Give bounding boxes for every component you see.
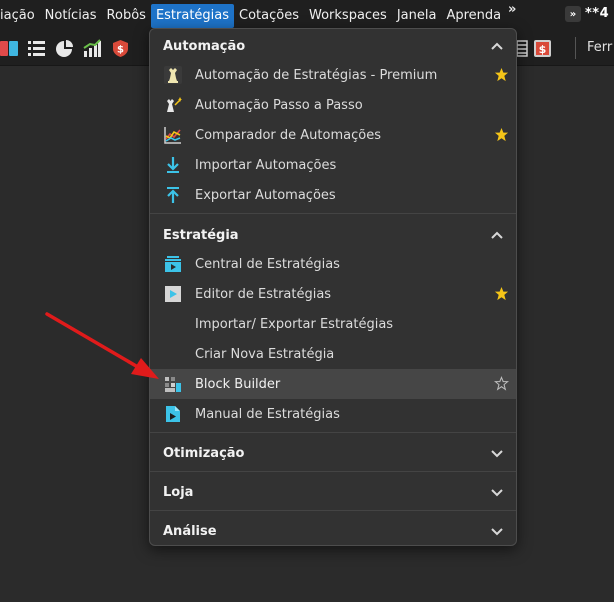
menu-item-criar-nova-estrategia[interactable]: Criar Nova Estratégia bbox=[150, 339, 516, 369]
menu-item-label: Block Builder bbox=[195, 376, 281, 392]
section-header-otimizacao[interactable]: Otimização bbox=[150, 438, 516, 468]
block-builder-icon bbox=[165, 377, 181, 392]
manual-icon bbox=[166, 406, 180, 422]
dollar-box-icon[interactable]: $ bbox=[533, 39, 552, 58]
svg-text:$: $ bbox=[539, 43, 547, 56]
toolbar-separator bbox=[575, 37, 576, 59]
export-arrow-icon bbox=[167, 187, 179, 203]
section-divider bbox=[150, 471, 516, 472]
section-title: Loja bbox=[163, 484, 194, 500]
signal-chart-icon[interactable] bbox=[83, 39, 102, 58]
compare-chart-icon bbox=[164, 127, 181, 144]
strategy-central-icon bbox=[165, 256, 181, 272]
menu-item-label: Comparador de Automações bbox=[195, 127, 381, 143]
menu-noticias[interactable]: Notícias bbox=[40, 4, 102, 28]
menu-item-label: Criar Nova Estratégia bbox=[195, 346, 335, 362]
menu-item-label: Importar Automações bbox=[195, 157, 337, 173]
star-filled-icon[interactable] bbox=[494, 127, 509, 142]
book-icon[interactable] bbox=[0, 39, 19, 58]
menu-aprenda[interactable]: Aprenda bbox=[441, 4, 506, 28]
import-arrow-icon bbox=[167, 157, 179, 173]
section-title: Automação bbox=[163, 38, 246, 54]
menu-item-exportar-automacoes[interactable]: Exportar Automações bbox=[150, 180, 516, 210]
menu-item-automacao-premium[interactable]: Automação de Estratégias - Premium bbox=[150, 60, 516, 90]
menu-item-label: Manual de Estratégias bbox=[195, 406, 340, 422]
menu-item-label: Exportar Automações bbox=[195, 187, 336, 203]
menu-item-importar-automacoes[interactable]: Importar Automações bbox=[150, 150, 516, 180]
section-title: Otimização bbox=[163, 445, 245, 461]
star-outline-icon[interactable] bbox=[494, 376, 509, 391]
menu-item-manual-estrategias[interactable]: Manual de Estratégias bbox=[150, 399, 516, 429]
section-divider bbox=[150, 510, 516, 511]
account-label[interactable]: **4 bbox=[585, 6, 609, 21]
menu-bar: iação Notícias Robôs Estratégias Cotaçõe… bbox=[0, 0, 614, 31]
menu-overflow-chevron-icon[interactable]: » bbox=[508, 2, 516, 17]
menu-item-central-estrategias[interactable]: Central de Estratégias bbox=[150, 249, 516, 279]
chevron-down-icon bbox=[491, 489, 503, 497]
section-header-estrategia[interactable]: Estratégia bbox=[150, 220, 516, 250]
chess-icon bbox=[164, 66, 182, 84]
menu-item-label: Editor de Estratégias bbox=[195, 286, 332, 302]
star-filled-icon[interactable] bbox=[494, 67, 509, 82]
menu-item-label: Importar/ Exportar Estratégias bbox=[195, 316, 394, 332]
menu-item-automacao-passo-a-passo[interactable]: Automação Passo a Passo bbox=[150, 90, 516, 120]
menu-janela[interactable]: Janela bbox=[392, 4, 442, 28]
menu-workspaces[interactable]: Workspaces bbox=[304, 4, 392, 28]
estrategias-dropdown: Automação Automação de Estratégias - Pre… bbox=[149, 28, 517, 546]
chess-wand-icon bbox=[167, 97, 182, 112]
chevron-up-icon bbox=[491, 42, 503, 50]
account-badge-icon[interactable]: » bbox=[565, 6, 581, 22]
section-header-loja[interactable]: Loja bbox=[150, 477, 516, 507]
toolbar-ferramentas-label[interactable]: Ferr bbox=[587, 40, 612, 55]
list-icon[interactable] bbox=[27, 39, 46, 58]
section-header-analise[interactable]: Análise bbox=[150, 516, 516, 546]
menu-item-label: Automação Passo a Passo bbox=[195, 97, 363, 113]
section-divider bbox=[150, 432, 516, 433]
shield-dollar-icon[interactable]: $ bbox=[111, 39, 130, 58]
menu-item-importar-exportar-estrategias[interactable]: Importar/ Exportar Estratégias bbox=[150, 309, 516, 339]
chevron-down-icon bbox=[491, 528, 503, 536]
chevron-down-icon bbox=[491, 450, 503, 458]
menu-robos[interactable]: Robôs bbox=[102, 4, 151, 28]
menu-item-block-builder[interactable]: Block Builder bbox=[150, 369, 516, 399]
pie-chart-icon[interactable] bbox=[55, 39, 74, 58]
star-filled-icon[interactable] bbox=[494, 286, 509, 301]
menu-item-editor-estrategias[interactable]: Editor de Estratégias bbox=[150, 279, 516, 309]
menu-item-label: Central de Estratégias bbox=[195, 256, 340, 272]
menu-cotacoes[interactable]: Cotações bbox=[234, 4, 304, 28]
svg-text:$: $ bbox=[117, 45, 124, 56]
section-header-automacao[interactable]: Automação bbox=[150, 31, 516, 61]
menu-estrategias[interactable]: Estratégias bbox=[150, 3, 235, 28]
menu-item-comparador-automacoes[interactable]: Comparador de Automações bbox=[150, 120, 516, 150]
strategy-editor-icon bbox=[165, 286, 181, 302]
section-title: Estratégia bbox=[163, 227, 239, 243]
chevron-up-icon bbox=[491, 231, 503, 239]
menu-cotacao-partial[interactable]: iação bbox=[0, 4, 40, 28]
section-title: Análise bbox=[163, 523, 217, 539]
menu-item-label: Automação de Estratégias - Premium bbox=[195, 67, 438, 83]
section-divider bbox=[150, 213, 516, 214]
